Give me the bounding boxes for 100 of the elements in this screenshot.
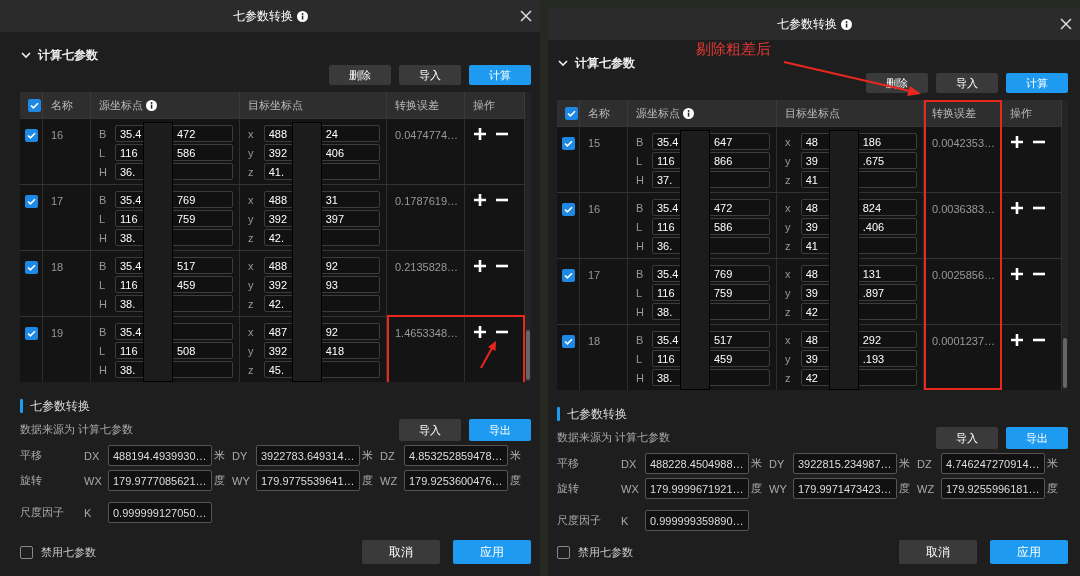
parameter-field[interactable]: 179.9255996181… xyxy=(941,478,1045,499)
row-checkbox[interactable] xyxy=(562,137,575,150)
parameter-field[interactable]: 0.999999127050… xyxy=(108,502,212,523)
axis-label: DY xyxy=(769,457,786,470)
parameter-field[interactable]: 179.9775539641… xyxy=(256,470,360,491)
column-header: 操作 xyxy=(473,97,495,113)
unit-label: 度 xyxy=(214,473,226,488)
toolbar-button[interactable]: 导入 xyxy=(399,65,461,85)
axis-label: H xyxy=(99,231,108,244)
axis-label: L xyxy=(636,352,644,365)
add-icon[interactable] xyxy=(1010,267,1024,281)
axis-label: y xyxy=(785,352,792,365)
section-title: 七参数转换 xyxy=(567,405,627,423)
section-title: 七参数转换 xyxy=(30,397,90,415)
chevron-icon[interactable] xyxy=(557,57,569,69)
close-icon[interactable] xyxy=(520,10,532,22)
parameter-field[interactable]: 488194.4939930… xyxy=(108,445,212,466)
axis-label: z xyxy=(785,305,792,318)
parameter-field[interactable]: 179.9971473423… xyxy=(793,478,897,499)
axis-label: DY xyxy=(232,449,249,462)
axis-label: x xyxy=(785,267,792,280)
axis-label: y xyxy=(248,146,255,159)
row-checkbox[interactable] xyxy=(25,261,38,274)
axis-label: WX xyxy=(84,474,103,487)
error-value: 0.2135828… xyxy=(395,261,458,273)
parameter-field[interactable]: 179.9777085621… xyxy=(108,470,212,491)
unit-label: 度 xyxy=(362,473,374,488)
axis-label: H xyxy=(636,173,645,186)
axis-label: x xyxy=(785,333,792,346)
axis-label: z xyxy=(248,231,255,244)
row-checkbox[interactable] xyxy=(562,203,575,216)
add-icon[interactable] xyxy=(473,325,487,339)
axis-label: L xyxy=(99,278,107,291)
dialog-button[interactable]: 取消 xyxy=(362,540,440,564)
row-checkbox[interactable] xyxy=(25,327,38,340)
row-checkbox[interactable] xyxy=(562,269,575,282)
select-all-checkbox[interactable] xyxy=(565,106,578,120)
info-icon[interactable] xyxy=(683,107,694,119)
select-all-checkbox[interactable] xyxy=(28,98,41,112)
section-title: 计算七参数 xyxy=(38,46,98,64)
row-checkbox[interactable] xyxy=(25,129,38,142)
axis-label: H xyxy=(636,305,645,318)
point-name: 16 xyxy=(588,203,601,215)
axis-label: DX xyxy=(84,449,101,462)
error-value: 1.4653348… xyxy=(395,327,458,339)
parameter-label: 旋转 xyxy=(20,473,43,488)
chevron-icon[interactable] xyxy=(20,49,32,61)
scrollbar-thumb[interactable] xyxy=(526,330,530,380)
checkbox[interactable] xyxy=(557,545,570,559)
row-checkbox[interactable] xyxy=(562,335,575,348)
info-icon[interactable] xyxy=(840,18,852,30)
parameter-field[interactable]: 3922815.234987… xyxy=(793,453,897,474)
unit-label: 度 xyxy=(751,481,763,496)
parameter-field[interactable]: 0.999999359890… xyxy=(645,510,749,531)
annotation-arrow xyxy=(479,339,499,369)
scrollbar-thumb[interactable] xyxy=(1063,338,1067,388)
axis-label: B xyxy=(636,267,645,280)
axis-label: B xyxy=(636,333,645,346)
add-icon[interactable] xyxy=(1010,201,1024,215)
parameter-field[interactable]: 179.9253600476… xyxy=(404,470,508,491)
axis-label: x xyxy=(248,259,255,272)
column-header: 名称 xyxy=(588,105,610,121)
column-header: 源坐标点 xyxy=(636,105,680,121)
point-name: 16 xyxy=(51,129,64,141)
axis-label: H xyxy=(636,239,645,252)
point-name: 15 xyxy=(588,137,601,149)
axis-label: K xyxy=(621,514,630,527)
add-icon[interactable] xyxy=(473,259,487,273)
axis-label: L xyxy=(99,344,107,357)
axis-label: z xyxy=(248,363,255,376)
parameter-field[interactable]: 3922783.649314… xyxy=(256,445,360,466)
checkbox[interactable] xyxy=(20,545,33,559)
add-icon[interactable] xyxy=(1010,333,1024,347)
add-icon[interactable] xyxy=(1010,135,1024,149)
column-header: 操作 xyxy=(1010,105,1032,121)
parameter-field[interactable]: 4.746247270914… xyxy=(941,453,1045,474)
close-icon[interactable] xyxy=(1060,18,1072,30)
add-icon[interactable] xyxy=(473,193,487,207)
point-name: 18 xyxy=(51,261,64,273)
axis-label: x xyxy=(248,193,255,206)
column-header: 名称 xyxy=(51,97,73,113)
dialog-title: 七参数转换 xyxy=(232,7,293,25)
row-checkbox[interactable] xyxy=(25,195,38,208)
parameter-field[interactable]: 179.9999671921… xyxy=(645,478,749,499)
toolbar-button[interactable]: 删除 xyxy=(329,65,391,85)
toolbar-button[interactable]: 导入 xyxy=(936,73,998,93)
action-button[interactable]: 导入 xyxy=(936,427,998,449)
info-icon[interactable] xyxy=(146,99,157,111)
axis-label: y xyxy=(785,286,792,299)
info-icon[interactable] xyxy=(296,10,308,22)
parameter-field[interactable]: 488228.4504988… xyxy=(645,453,749,474)
add-icon[interactable] xyxy=(473,127,487,141)
action-button[interactable]: 导入 xyxy=(399,419,461,441)
unit-label: 米 xyxy=(214,448,226,463)
parameter-field[interactable]: 4.853252859478… xyxy=(404,445,508,466)
axis-label: x xyxy=(785,135,792,148)
dialog-button[interactable]: 取消 xyxy=(899,540,977,564)
axis-label: DX xyxy=(621,457,638,470)
axis-label: H xyxy=(99,297,108,310)
axis-label: WX xyxy=(621,482,640,495)
